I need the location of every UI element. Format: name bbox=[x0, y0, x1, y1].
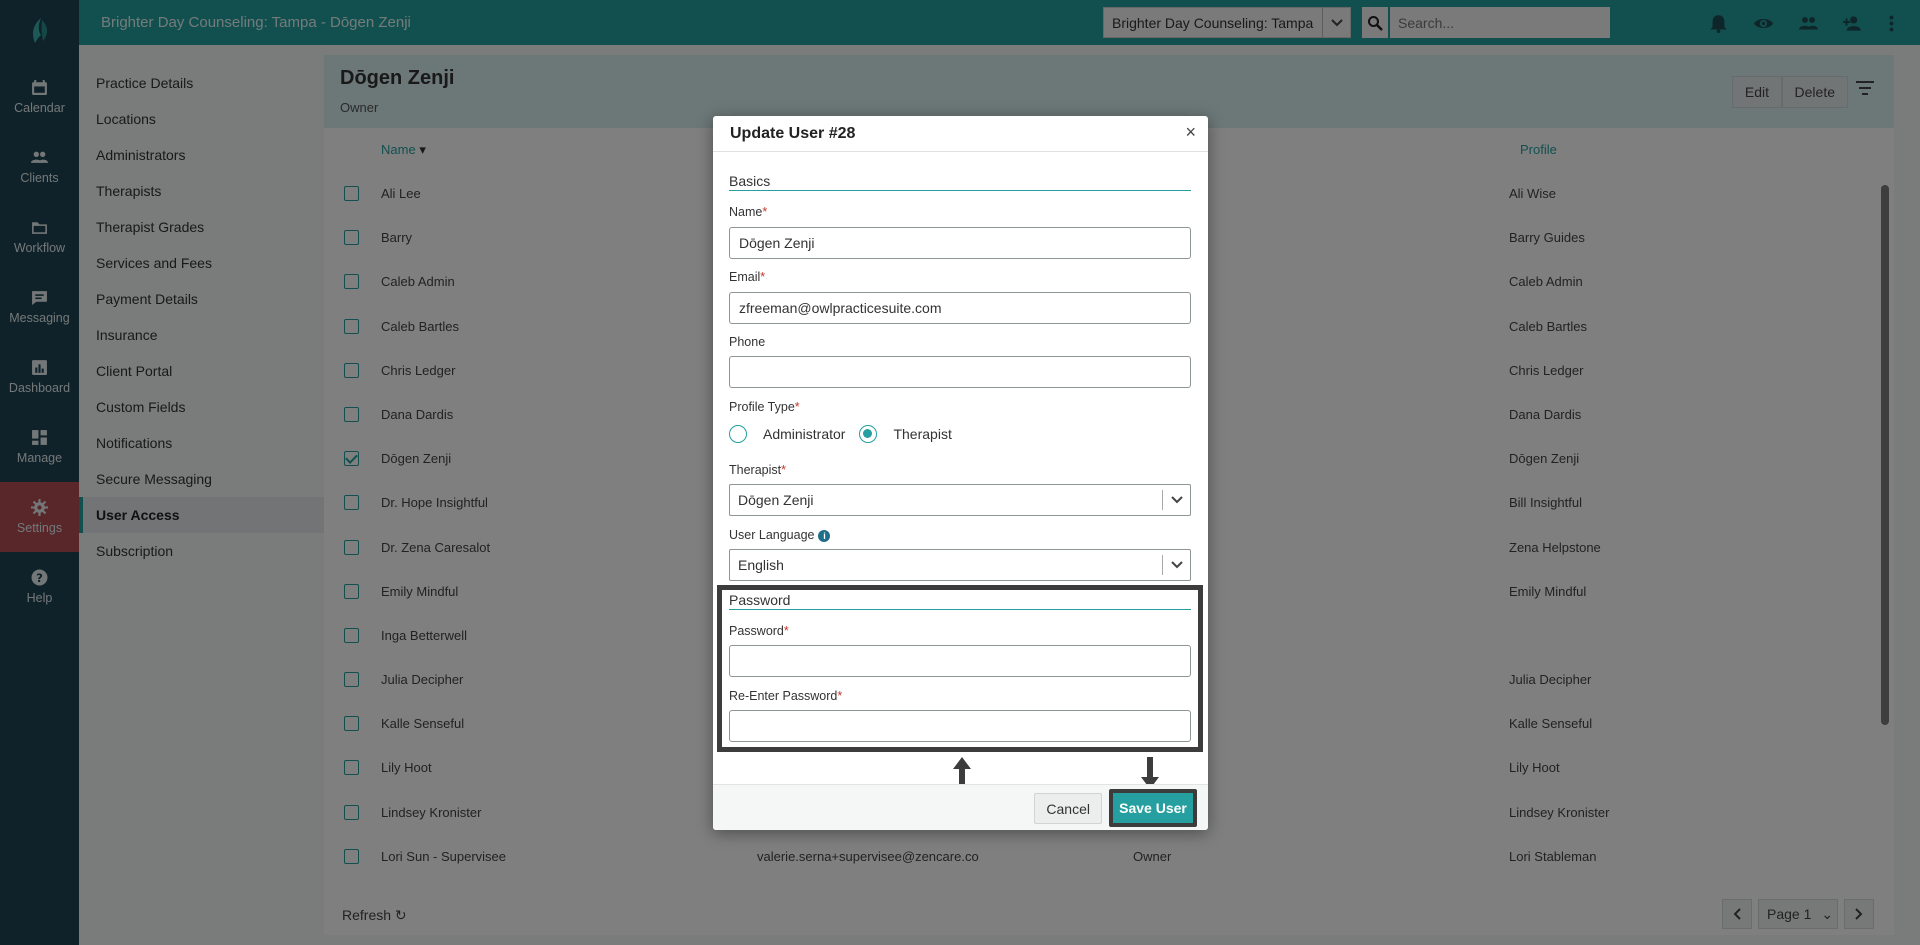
reenter-password-field[interactable] bbox=[729, 710, 1191, 742]
info-icon[interactable]: i bbox=[818, 529, 831, 542]
radio-administrator[interactable] bbox=[729, 425, 747, 443]
reenter-password-label: Re-Enter Password* bbox=[729, 689, 843, 703]
modal-footer: Cancel Save User bbox=[713, 784, 1208, 830]
radio-therapist[interactable] bbox=[859, 425, 878, 443]
password-section-title: Password bbox=[729, 592, 1191, 610]
close-icon[interactable]: × bbox=[1185, 122, 1196, 143]
chevron-down-icon bbox=[1162, 555, 1190, 575]
password-field[interactable] bbox=[729, 645, 1191, 677]
chevron-down-icon bbox=[1162, 490, 1190, 510]
email-label: Email* bbox=[729, 270, 766, 284]
phone-field[interactable] bbox=[729, 356, 1191, 388]
modal-title: Update User #28 bbox=[730, 125, 856, 142]
radio-administrator-label: Administrator bbox=[763, 426, 846, 442]
phone-label: Phone bbox=[729, 335, 766, 349]
save-user-button[interactable]: Save User bbox=[1109, 789, 1197, 827]
email-field[interactable] bbox=[729, 292, 1191, 324]
modal-header: Update User #28 × bbox=[713, 116, 1208, 152]
therapist-label: Therapist* bbox=[729, 463, 786, 477]
update-user-modal: Update User #28 × Basics Name* Email* Ph… bbox=[713, 116, 1208, 830]
basics-section-title: Basics bbox=[729, 173, 1191, 191]
profile-type-radio-group: Administrator Therapist bbox=[729, 425, 952, 443]
language-select[interactable]: English bbox=[729, 549, 1191, 581]
name-field[interactable] bbox=[729, 227, 1191, 259]
therapist-select-value: Dōgen Zenji bbox=[738, 492, 814, 508]
name-label: Name* bbox=[729, 205, 768, 219]
cancel-button[interactable]: Cancel bbox=[1034, 793, 1102, 824]
therapist-select[interactable]: Dōgen Zenji bbox=[729, 484, 1191, 516]
profile-type-label: Profile Type* bbox=[729, 400, 800, 414]
password-label: Password* bbox=[729, 624, 789, 638]
radio-therapist-label: Therapist bbox=[893, 426, 952, 442]
language-label: User Language i bbox=[729, 528, 831, 542]
language-select-value: English bbox=[738, 557, 784, 573]
